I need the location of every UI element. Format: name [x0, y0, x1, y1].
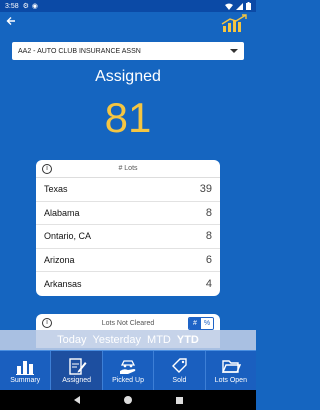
- nav-sold-label: Sold: [172, 377, 187, 384]
- account-dropdown[interactable]: AA2 - AUTO CLUB INSURANCE ASSN: [12, 42, 244, 60]
- count-percent-toggle: # %: [188, 317, 214, 330]
- app-screen: AA2 - AUTO CLUB INSURANCE ASSN Assigned …: [0, 12, 256, 348]
- lots-row-count: 6: [205, 254, 212, 267]
- lots-row-state: Texas: [44, 184, 68, 195]
- chart-logo-icon: [221, 14, 247, 32]
- lots-row[interactable]: Texas 39: [36, 178, 220, 202]
- lots-card: i # Lots Texas 39 Alabama 8 Ontario, CA …: [36, 160, 220, 296]
- period-ytd[interactable]: YTD: [177, 334, 199, 346]
- battery-icon: [246, 2, 251, 10]
- lots-row-state: Arizona: [44, 255, 75, 266]
- folder-open-icon: [221, 360, 241, 373]
- nav-summary-label: Summary: [10, 377, 41, 384]
- caret-down-icon: [230, 49, 238, 53]
- nav-lots-open[interactable]: Lots Open: [204, 351, 256, 390]
- signal-icon: [236, 2, 243, 10]
- lots-row[interactable]: Arkansas 4: [36, 272, 220, 296]
- summary-count: 81: [104, 94, 152, 141]
- status-icons: ⚙ ◉: [23, 2, 38, 10]
- period-selector: Today Yesterday MTD YTD: [0, 330, 256, 350]
- lots-row-state: Ontario, CA: [44, 231, 92, 242]
- notification-status-icon: ◉: [31, 3, 39, 10]
- system-home-icon[interactable]: [123, 396, 132, 404]
- period-yesterday[interactable]: Yesterday: [93, 334, 142, 346]
- lots-row-state: Alabama: [44, 207, 80, 218]
- system-nav-bar: [0, 390, 256, 410]
- lots-card-title: # Lots: [118, 165, 138, 172]
- lots-not-cleared-title: Lots Not Cleared: [101, 319, 155, 327]
- nav-sold[interactable]: Sold: [153, 351, 204, 390]
- nav-picked-up[interactable]: Picked Up: [101, 351, 153, 390]
- toggle-percent-button[interactable]: %: [201, 318, 213, 329]
- nav-assigned[interactable]: Assigned: [50, 351, 102, 390]
- lots-row-state: Arkansas: [44, 279, 82, 290]
- period-today[interactable]: Today: [57, 334, 86, 346]
- clipboard-edit-icon: [68, 358, 87, 375]
- period-mtd[interactable]: MTD: [147, 334, 171, 346]
- status-bar: 3:58 ⚙ ◉: [0, 0, 256, 12]
- status-time: 3:58: [5, 2, 19, 10]
- lots-row-count: 8: [205, 230, 212, 243]
- info-icon[interactable]: i: [42, 318, 52, 328]
- lots-row-count: 39: [199, 183, 212, 196]
- nav-assigned-label: Assigned: [62, 377, 91, 384]
- bottom-nav: Summary Assigned Picked Up Sold Lots Ope…: [0, 350, 256, 390]
- hand-car-icon: [120, 360, 136, 374]
- wifi-icon: [225, 3, 233, 10]
- nav-summary[interactable]: Summary: [0, 351, 50, 390]
- lots-row[interactable]: Arizona 6: [36, 249, 220, 273]
- lots-card-header: i # Lots: [36, 160, 220, 178]
- system-back-icon[interactable]: [73, 396, 80, 404]
- nav-lots-open-label: Lots Open: [214, 377, 247, 384]
- lots-row-count: 8: [205, 206, 212, 219]
- nav-picked-up-label: Picked Up: [112, 377, 144, 384]
- toggle-count-button[interactable]: #: [189, 318, 201, 329]
- settings-status-icon: ⚙: [22, 3, 29, 10]
- back-button[interactable]: [6, 15, 20, 29]
- lots-row[interactable]: Ontario, CA 8: [36, 225, 220, 249]
- arrow-left-icon: [6, 17, 15, 25]
- lots-row-count: 4: [205, 278, 212, 291]
- summary-heading: Assigned: [95, 68, 161, 85]
- status-right: [225, 2, 251, 10]
- tag-icon: [172, 358, 188, 373]
- lots-row[interactable]: Alabama 8: [36, 202, 220, 226]
- system-recents-icon[interactable]: [175, 396, 183, 404]
- bar-chart-icon: [16, 361, 35, 375]
- info-icon[interactable]: i: [42, 164, 52, 174]
- account-dropdown-value: AA2 - AUTO CLUB INSURANCE ASSN: [18, 47, 141, 55]
